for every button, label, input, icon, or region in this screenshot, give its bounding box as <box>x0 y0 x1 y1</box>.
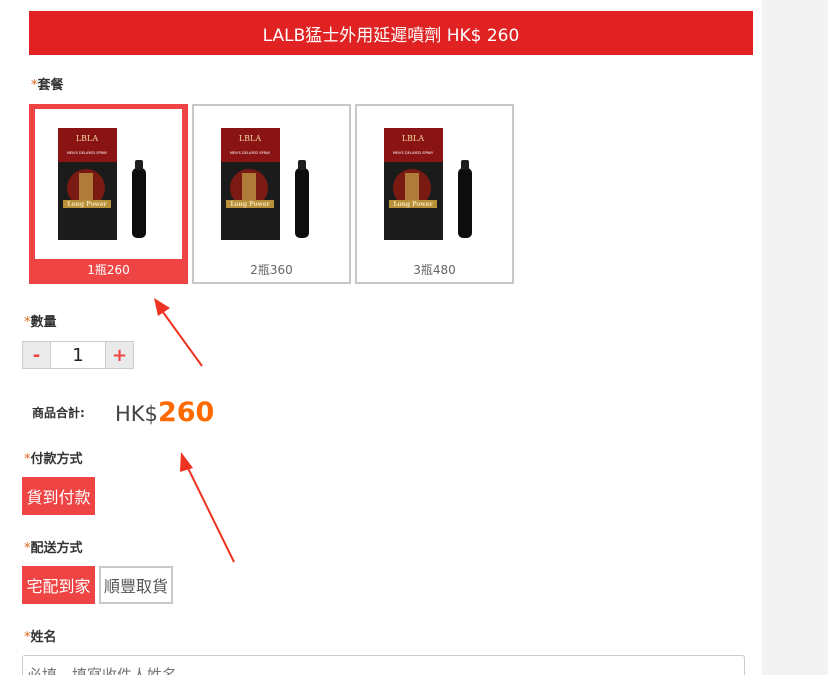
total-label: 商品合計: <box>32 406 85 420</box>
quantity-label: *數量 <box>24 315 57 330</box>
name-field[interactable] <box>22 655 745 675</box>
quantity-stepper: - 1 + <box>22 341 134 369</box>
product-brand-text: LBLA <box>76 134 99 143</box>
arrow-to-package-icon <box>154 298 203 367</box>
arrow-to-total-icon <box>180 452 235 563</box>
product-image: LBLA MEN'S DELAYED SPRAY Long Power <box>35 109 182 259</box>
product-subtitle-text: MEN'S DELAYED SPRAY <box>230 151 271 155</box>
shipping-option-sf-pickup[interactable]: 順豐取貨 <box>99 566 173 604</box>
package-option-1[interactable]: LBLA MEN'S DELAYED SPRAY Long Power 1瓶26… <box>29 104 188 284</box>
package-option-3[interactable]: LBLA MEN'S DELAYED SPRAY Long Power 3瓶48… <box>355 104 514 284</box>
product-logo-text: Long Power <box>230 201 270 208</box>
product-subtitle-text: MEN'S DELAYED SPRAY <box>67 151 108 155</box>
total-price: HK$260 <box>115 397 214 428</box>
package-caption: 1瓶260 <box>87 263 130 277</box>
payment-label: *付款方式 <box>24 452 83 467</box>
product-brand-text: LBLA <box>402 134 425 143</box>
product-brand-text: LBLA <box>239 134 262 143</box>
quantity-increment-button[interactable]: + <box>106 342 133 368</box>
product-image: LBLA MEN'S DELAYED SPRAY Long Power <box>361 109 508 259</box>
quantity-input[interactable]: 1 <box>50 342 106 368</box>
product-logo-text: Long Power <box>393 201 433 208</box>
product-title: LALB猛士外用延遲噴劑 HK$ 260 <box>262 25 520 46</box>
package-label: *套餐 <box>31 78 64 93</box>
package-option-2[interactable]: LBLA MEN'S DELAYED SPRAY Long Power 2瓶36… <box>192 104 351 284</box>
order-form-panel: LALB猛士外用延遲噴劑 HK$ 260 *套餐 LBLA MEN'S DELA… <box>0 0 762 675</box>
total-currency: HK$ <box>115 402 158 426</box>
product-title-banner: LALB猛士外用延遲噴劑 HK$ 260 <box>29 11 753 55</box>
product-image: LBLA MEN'S DELAYED SPRAY Long Power <box>198 109 345 259</box>
total-amount: 260 <box>157 397 215 428</box>
shipping-label: *配送方式 <box>24 541 83 556</box>
quantity-decrement-button[interactable]: - <box>23 342 50 368</box>
payment-option-cod[interactable]: 貨到付款 <box>22 477 95 515</box>
package-caption: 3瓶480 <box>413 263 456 277</box>
product-logo-text: Long Power <box>67 201 107 208</box>
package-caption: 2瓶360 <box>250 263 293 277</box>
name-label: *姓名 <box>24 630 57 645</box>
shipping-option-home-delivery[interactable]: 宅配到家 <box>22 566 95 604</box>
product-subtitle-text: MEN'S DELAYED SPRAY <box>393 151 434 155</box>
